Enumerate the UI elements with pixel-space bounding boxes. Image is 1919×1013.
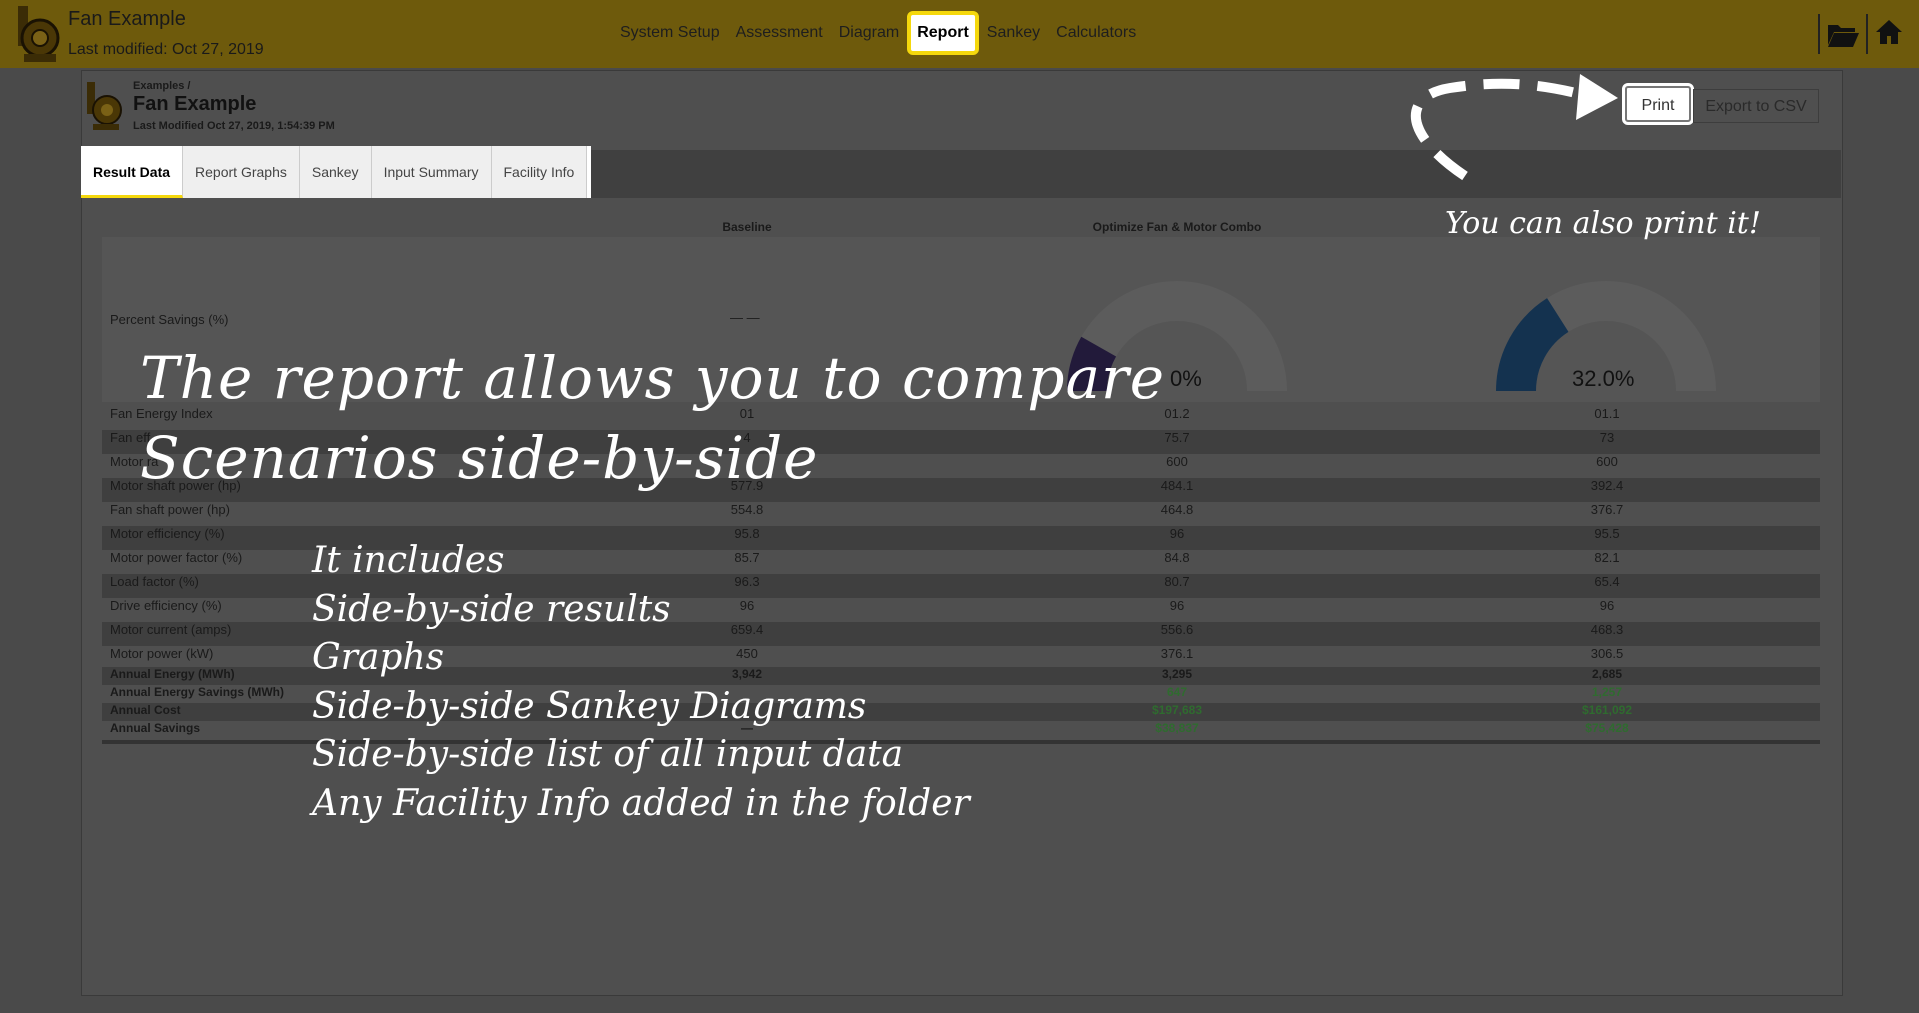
tab-result-data[interactable]: Result Data [81, 146, 184, 198]
row-value: 392.4 [1590, 478, 1624, 493]
annotation-list-item: Side-by-side results [312, 588, 671, 630]
nav-assessment[interactable]: Assessment [728, 12, 831, 54]
row-value: 376.1 [1160, 646, 1194, 661]
tab-input-summary[interactable]: Input Summary [371, 146, 492, 198]
row-value: 96 [1169, 526, 1185, 541]
annotation-list-item: Graphs [312, 637, 445, 678]
nav-system-setup[interactable]: System Setup [612, 12, 728, 54]
row-value: 468.3 [1590, 622, 1624, 637]
dashed-arrow-icon [1410, 74, 1618, 181]
gauge-value-scenario-1: 0% [1170, 366, 1202, 391]
annotation-list-item: It includes [312, 540, 505, 581]
divider [1818, 14, 1820, 54]
row-value: 556.6 [1160, 622, 1194, 637]
row-value: $38,837 [1155, 721, 1199, 735]
tab-facility-info[interactable]: Facility Info [491, 146, 588, 198]
report-title: Fan Example [133, 93, 257, 115]
row-value: 2,685 [1591, 667, 1623, 681]
row-label: Annual Energy Savings (MWh) [110, 685, 285, 699]
print-button[interactable]: Print [1622, 83, 1694, 125]
report-last-modified: Last Modified Oct 27, 2019, 1:54:39 PM [133, 120, 335, 132]
baseline-percent-savings: — — [730, 310, 760, 325]
home-icon[interactable] [1874, 17, 1904, 47]
row-value: 600 [1596, 454, 1618, 469]
assessment-title: Fan Example [68, 8, 186, 30]
column-header-scenario: Optimize Fan & Motor Combo [1092, 220, 1262, 234]
row-value: 80.7 [1164, 574, 1190, 589]
column-header-baseline: Baseline [722, 220, 772, 234]
annotation-headline-line-2: Scenarios side-by-side [140, 424, 819, 492]
row-value: $197,683 [1151, 703, 1203, 717]
row-value: 647 [1166, 685, 1188, 699]
row-value: 1,257 [1591, 685, 1623, 699]
percent-savings-label: Percent Savings (%) [110, 312, 229, 327]
row-value: 01.1 [1594, 406, 1620, 421]
breadcrumb[interactable]: Examples / [133, 80, 190, 92]
row-value: 554.8 [730, 502, 764, 517]
row-label: Motor power factor (%) [110, 550, 243, 565]
row-value: 306.5 [1590, 646, 1624, 661]
row-value: 464.8 [1160, 502, 1194, 517]
row-label: Annual Cost [110, 703, 181, 717]
row-value: 96 [1169, 598, 1185, 613]
annotation-headline: The report allows you to compare Scenari… [140, 338, 1165, 498]
row-label: Annual Savings [110, 721, 201, 735]
assessment-last-modified: Last modified: Oct 27, 2019 [68, 41, 264, 58]
annotation-list-item: Any Facility Info added in the folder [312, 782, 970, 824]
nav-diagram[interactable]: Diagram [831, 12, 907, 54]
row-label: Motor current (amps) [110, 622, 232, 637]
row-label: Load factor (%) [110, 574, 199, 589]
nav-report[interactable]: Report [907, 11, 979, 55]
top-bar: Fan Example Last modified: Oct 27, 2019 … [0, 0, 1919, 68]
row-value: 95.5 [1594, 526, 1620, 541]
row-value: 96 [1599, 598, 1615, 613]
row-label: Drive efficiency (%) [110, 598, 222, 613]
row-label: Motor power (kW) [110, 646, 214, 661]
row-value: 84.8 [1164, 550, 1190, 565]
row-label: Annual Energy (MWh) [110, 667, 235, 681]
fan-logo-icon [87, 82, 122, 130]
fan-logo-icon[interactable] [14, 4, 66, 64]
row-value: 73 [1599, 430, 1615, 445]
nav-calculators[interactable]: Calculators [1048, 12, 1144, 54]
row-label: Fan shaft power (hp) [110, 502, 230, 517]
folder-open-icon[interactable] [1826, 17, 1860, 51]
report-tabs: Result Data Report Graphs Sankey Input S… [81, 146, 592, 198]
divider [1866, 14, 1868, 54]
row-value: $75,428 [1585, 721, 1629, 735]
gauge-value-scenario-2: 32.0% [1572, 366, 1635, 391]
annotation-feature-list: It includes Side-by-side results Graphs … [312, 537, 970, 828]
table-row: Fan shaft power (hp) 554.8 464.8 376.7 [102, 502, 1820, 526]
row-value: 376.7 [1590, 502, 1624, 517]
tab-sankey[interactable]: Sankey [299, 146, 372, 198]
annotation-list-item: Side-by-side Sankey Diagrams [312, 685, 867, 727]
annotation-headline-line-1: The report allows you to compare [140, 344, 1166, 412]
row-value: 82.1 [1594, 550, 1620, 565]
row-value: $161,092 [1581, 703, 1633, 717]
row-value: 3,295 [1161, 667, 1193, 681]
annotation-print-note: You can also print it! [1445, 206, 1761, 241]
tab-report-graphs[interactable]: Report Graphs [183, 146, 300, 198]
gauge-fill [1496, 298, 1570, 392]
nav-sankey[interactable]: Sankey [979, 12, 1048, 54]
row-label: Motor efficiency (%) [110, 526, 225, 541]
main-nav: System Setup Assessment Diagram Report S… [612, 11, 1144, 55]
annotation-list-item: Side-by-side list of all input data [312, 734, 904, 775]
export-csv-button[interactable]: Export to CSV [1693, 89, 1819, 123]
row-value: 65.4 [1594, 574, 1620, 589]
